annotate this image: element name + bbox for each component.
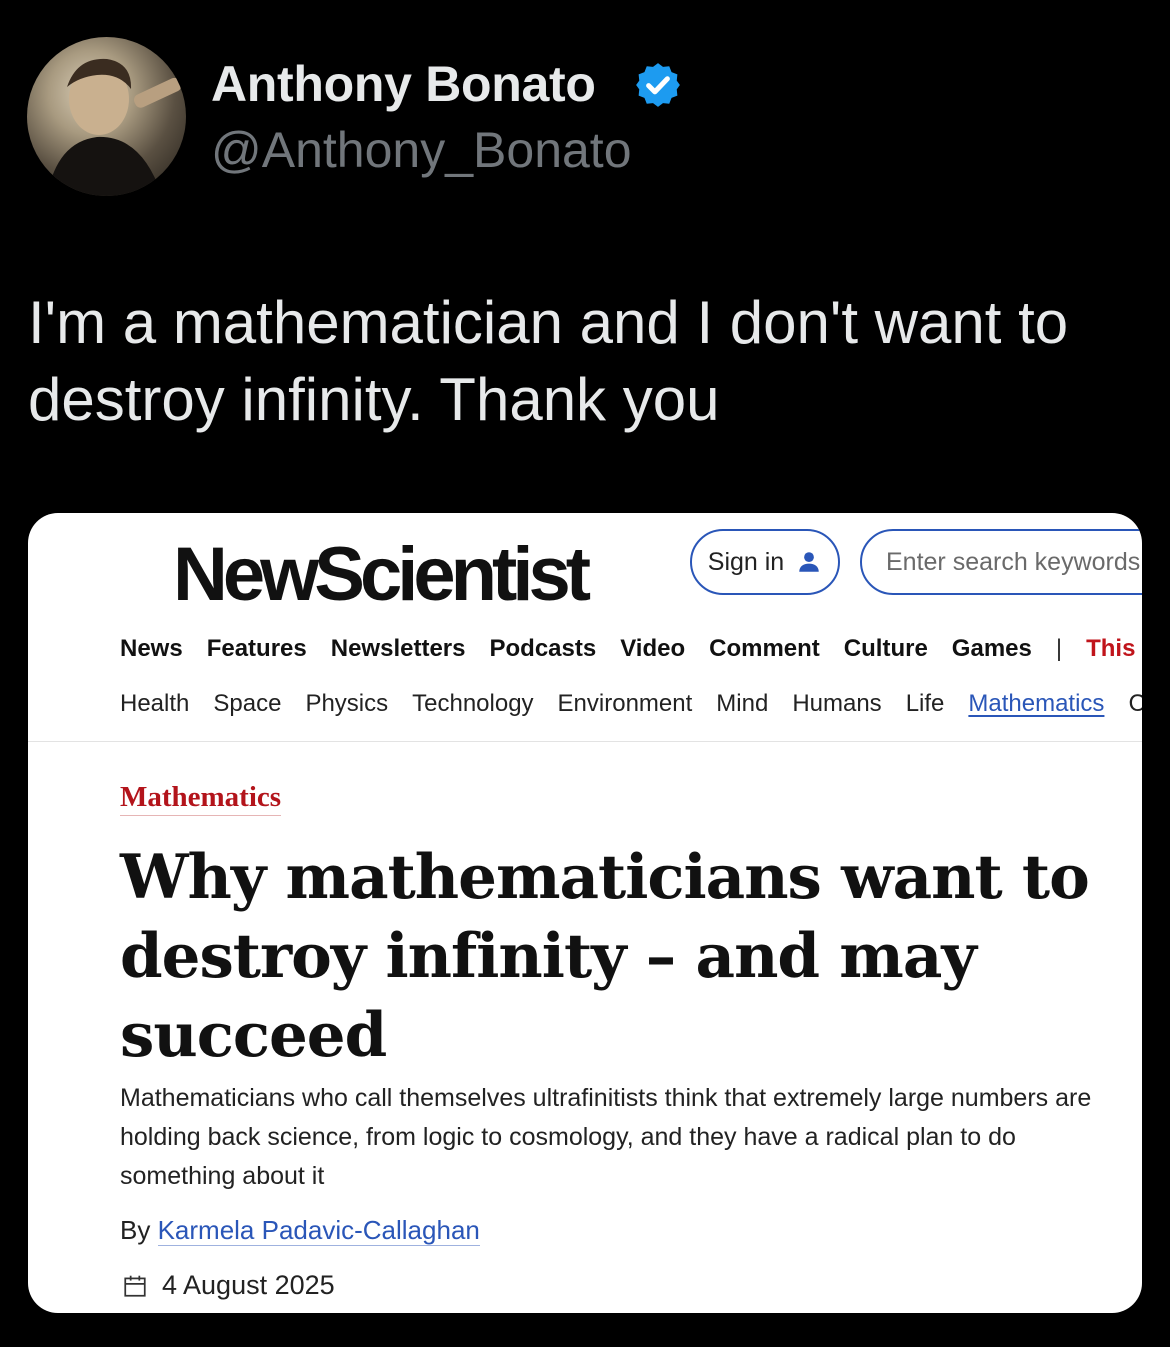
nav-item-culture[interactable]: Culture xyxy=(844,635,928,663)
search-input[interactable]: Enter search keywords xyxy=(860,529,1142,595)
topic-item-life[interactable]: Life xyxy=(906,690,945,718)
topic-nav: Health Space Physics Technology Environm… xyxy=(120,690,1142,718)
publish-date-text: 4 August 2025 xyxy=(162,1270,335,1300)
nav-item-newsletters[interactable]: Newsletters xyxy=(331,635,466,663)
nav-item-news[interactable]: News xyxy=(120,635,183,663)
topic-item-physics[interactable]: Physics xyxy=(305,690,388,718)
nav-item-comment[interactable]: Comment xyxy=(709,635,820,663)
article-category[interactable]: Mathematics xyxy=(120,781,282,816)
topic-item-health[interactable]: Health xyxy=(120,690,189,718)
byline: By Karmela Padavic-Callaghan xyxy=(120,1215,480,1246)
topic-item-humans[interactable]: Humans xyxy=(792,690,881,718)
nav-item-podcasts[interactable]: Podcasts xyxy=(489,635,596,663)
article-standfirst: Mathematicians who call themselves ultra… xyxy=(120,1084,1092,1190)
user-icon xyxy=(799,552,819,572)
primary-nav: News Features Newsletters Podcasts Video… xyxy=(120,635,1142,663)
byline-prefix: By xyxy=(120,1215,158,1245)
article-headline[interactable]: Why mathematicians want to destroy infin… xyxy=(120,838,1120,1075)
topic-item-mind[interactable]: Mind xyxy=(716,690,768,718)
verified-badge-icon xyxy=(636,63,680,107)
sign-in-button[interactable]: Sign in xyxy=(690,529,840,595)
avatar[interactable] xyxy=(27,37,186,196)
site-logo[interactable]: NewScientist xyxy=(173,531,591,618)
search-placeholder: Enter search keywords xyxy=(886,547,1141,576)
topic-item-technology[interactable]: Technology xyxy=(412,690,533,718)
nav-item-games[interactable]: Games xyxy=(952,635,1032,663)
user-handle[interactable]: @Anthony_Bonato xyxy=(211,121,632,179)
nav-divider xyxy=(28,741,1142,742)
article-card[interactable]: NewScientist Sign in Enter search keywor… xyxy=(28,513,1142,1313)
sign-in-label: Sign in xyxy=(707,547,785,576)
publish-date: 4 August 2025 xyxy=(122,1270,335,1301)
topic-item-space[interactable]: Space xyxy=(213,690,281,718)
topic-item-truncated[interactable]: Ch xyxy=(1128,690,1142,718)
calendar-icon xyxy=(124,1275,146,1297)
nav-separator: | xyxy=(1055,635,1063,662)
nav-item-highlight[interactable]: This v xyxy=(1086,635,1142,663)
author-link[interactable]: Karmela Padavic-Callaghan xyxy=(157,1215,480,1246)
nav-item-video[interactable]: Video xyxy=(620,635,685,663)
tweet-text: I'm a mathematician and I don't want to … xyxy=(28,289,1069,433)
display-name[interactable]: Anthony Bonato xyxy=(211,55,596,113)
nav-item-features[interactable]: Features xyxy=(207,635,307,663)
topic-item-mathematics[interactable]: Mathematics xyxy=(968,690,1104,718)
topic-item-environment[interactable]: Environment xyxy=(558,690,693,718)
